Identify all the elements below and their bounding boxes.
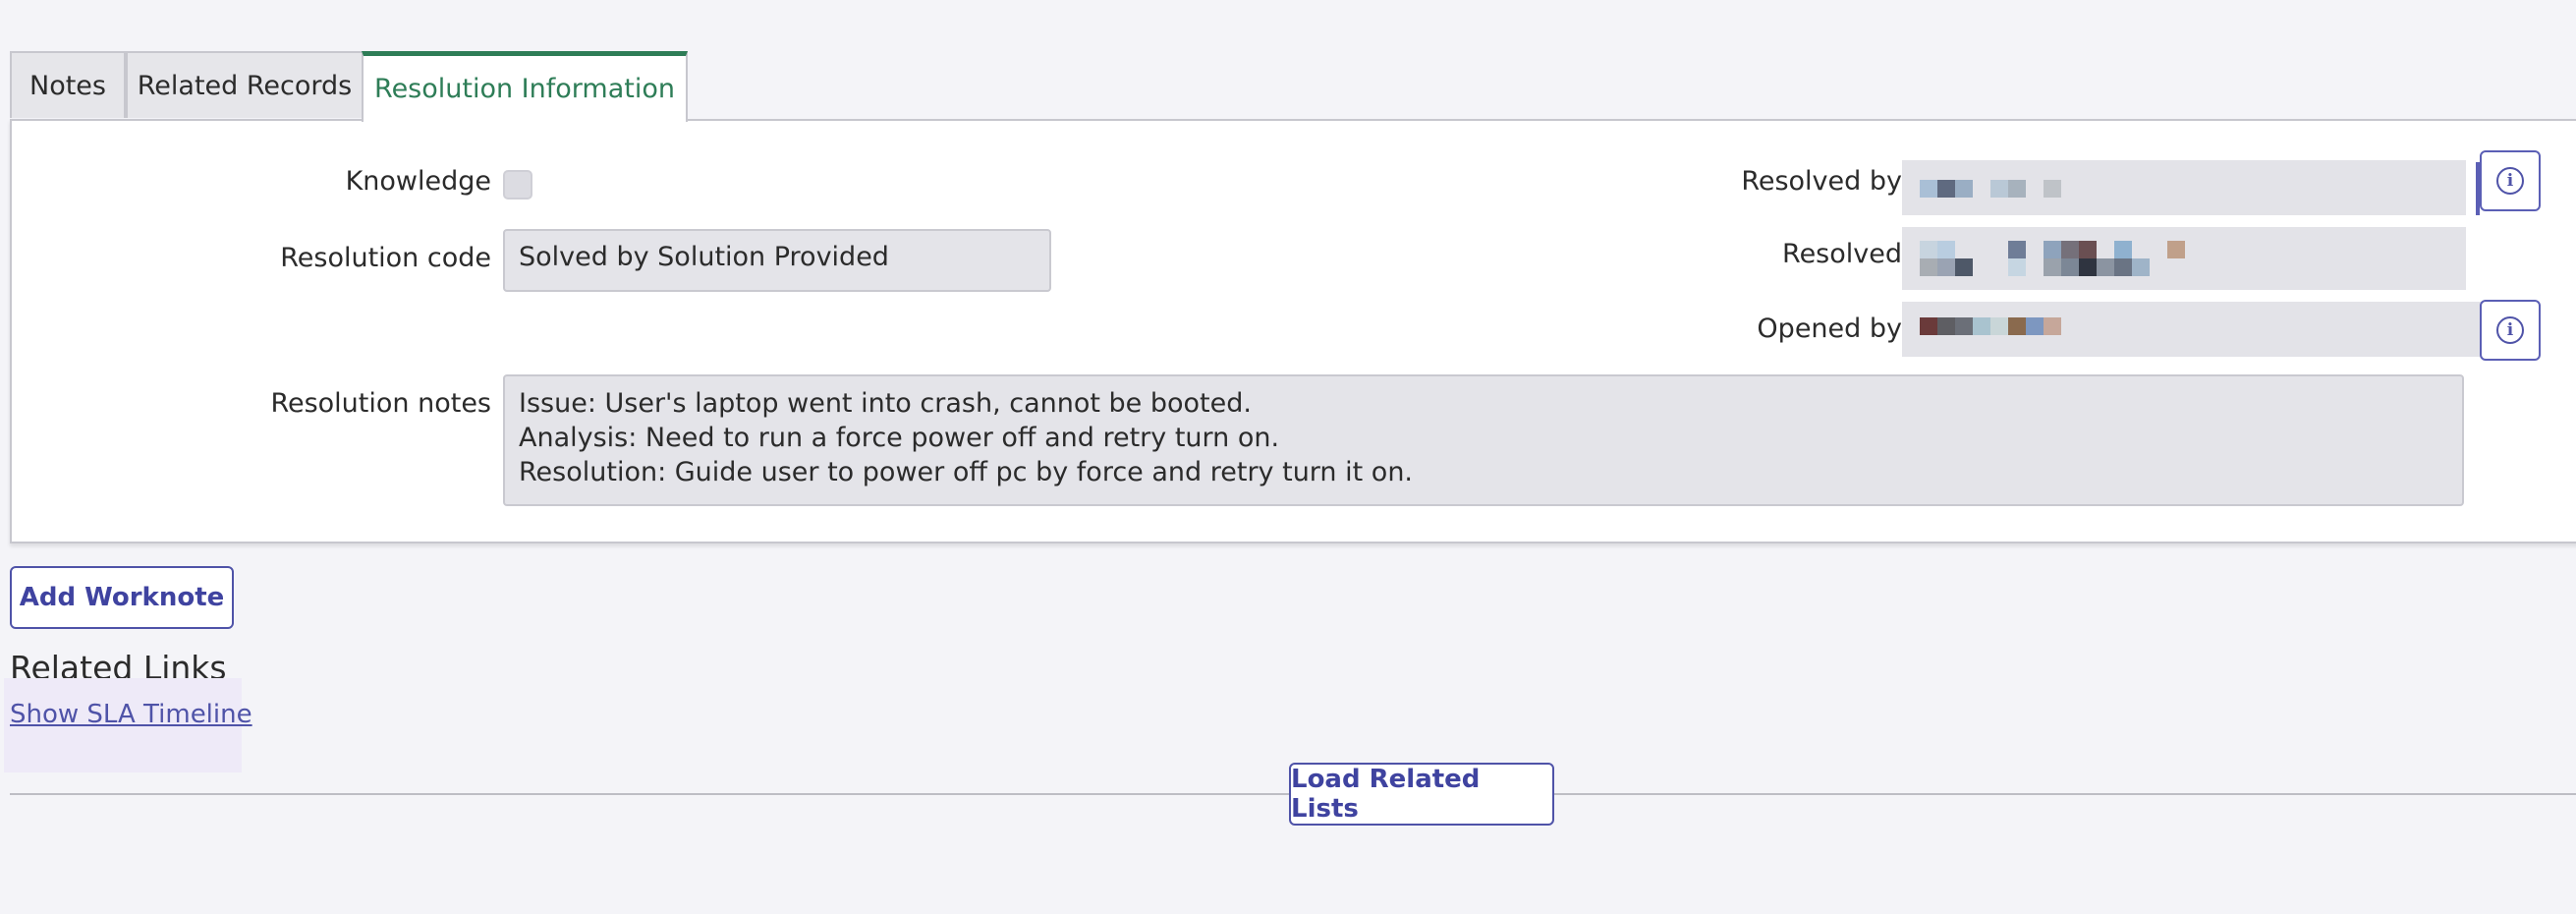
resolution-information-panel: Knowledge Resolution code Solved by Solu… <box>10 119 2576 543</box>
resolution-notes-field[interactable]: Issue: User's laptop went into crash, ca… <box>503 374 2464 506</box>
resolved-by-info-button[interactable]: i <box>2480 150 2541 211</box>
load-related-lists-button[interactable]: Load Related Lists <box>1289 763 1554 826</box>
info-icon: i <box>2496 316 2524 344</box>
opened-by-redacted[interactable] <box>1902 302 2482 357</box>
tab-notes[interactable]: Notes <box>10 51 126 118</box>
resolved-label: Resolved <box>1782 239 1902 269</box>
resolution-code-value: Solved by Solution Provided <box>519 242 889 272</box>
tab-resolution-information[interactable]: Resolution Information <box>362 51 688 122</box>
resolution-code-label: Resolution code <box>280 243 491 273</box>
knowledge-checkbox[interactable] <box>503 170 532 200</box>
resolved-by-label: Resolved by <box>1741 166 1902 197</box>
show-sla-timeline-link[interactable]: Show SLA Timeline <box>10 700 252 729</box>
resolution-notes-label: Resolution notes <box>270 388 491 419</box>
resolution-code-field[interactable]: Solved by Solution Provided <box>503 229 1051 292</box>
resolved-by-redacted[interactable] <box>1902 160 2466 215</box>
add-worknote-button[interactable]: Add Worknote <box>10 566 234 629</box>
related-links-list: Show SLA Timeline <box>4 678 252 772</box>
knowledge-label: Knowledge <box>345 166 491 197</box>
resolution-note-line: Resolution: Guide user to power off pc b… <box>519 457 1414 487</box>
opened-by-info-button[interactable]: i <box>2480 300 2541 361</box>
resolution-note-line: Analysis: Need to run a force power off … <box>519 423 1280 453</box>
tab-related-records[interactable]: Related Records <box>126 51 364 118</box>
info-icon: i <box>2496 167 2524 195</box>
resolved-redacted[interactable] <box>1902 227 2466 290</box>
opened-by-label: Opened by <box>1757 314 1902 344</box>
resolution-note-line: Issue: User's laptop went into crash, ca… <box>519 388 1252 419</box>
